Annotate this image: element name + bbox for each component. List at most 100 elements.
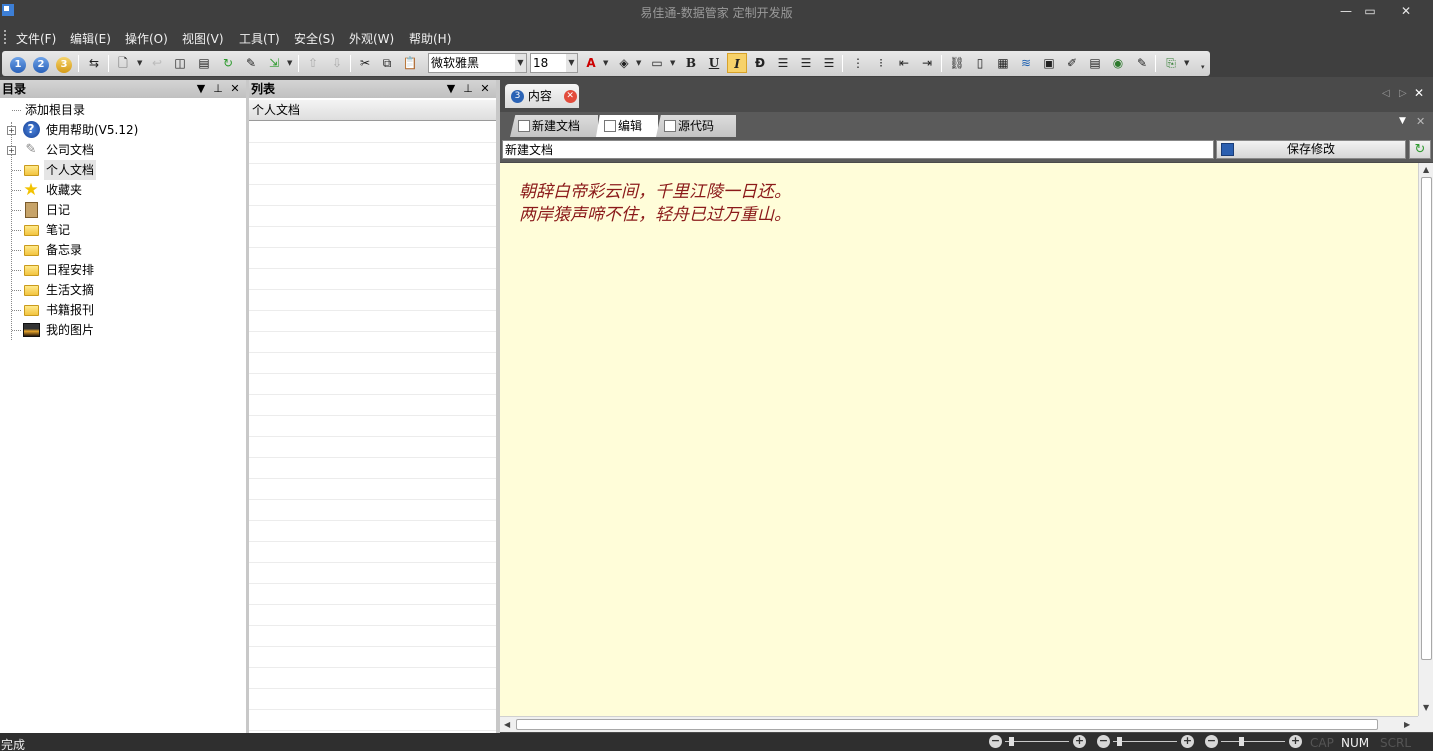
scroll-down-icon[interactable]: ▼	[1423, 703, 1429, 712]
chevron-down-icon[interactable]: ▼	[515, 54, 526, 72]
list-row[interactable]	[249, 248, 496, 269]
menu-view[interactable]: 视图(V)	[182, 30, 224, 47]
list-row[interactable]	[249, 185, 496, 206]
menu-appearance[interactable]: 外观(W)	[349, 30, 394, 47]
list-row[interactable]	[249, 227, 496, 248]
tree-item-schedule[interactable]: 日程安排	[0, 260, 246, 280]
close-tab-icon[interactable]: ✕	[563, 90, 577, 103]
zoom-slider[interactable]	[1239, 737, 1244, 746]
table-icon[interactable]: ▦	[993, 53, 1013, 73]
notes-icon[interactable]: ▤	[194, 53, 214, 73]
zoom-out-icon[interactable]: −	[1205, 735, 1218, 748]
list-row[interactable]	[249, 500, 496, 521]
history-icon[interactable]: ↻	[218, 53, 238, 73]
edit-image-icon[interactable]: ✐	[1062, 53, 1082, 73]
tree-item-life-digest[interactable]: 生活文摘	[0, 280, 246, 300]
underline-button[interactable]: U	[704, 53, 724, 73]
list-row[interactable]	[249, 689, 496, 710]
font-size-select[interactable]: 18 ▼	[530, 53, 578, 73]
image-icon[interactable]: ▣	[1039, 53, 1059, 73]
link-icon[interactable]: ⛓	[947, 53, 967, 73]
menu-edit[interactable]: 编辑(E)	[70, 30, 111, 47]
chevron-down-icon[interactable]: ▼	[603, 59, 609, 67]
zoom-in-icon[interactable]: +	[1289, 735, 1302, 748]
menu-help[interactable]: 帮助(H)	[409, 30, 451, 47]
close-subtab-icon[interactable]: ✕	[1416, 115, 1425, 128]
list-row[interactable]	[249, 542, 496, 563]
close-window-button[interactable]: ✕	[1393, 2, 1419, 20]
save-button[interactable]: 保存修改	[1216, 140, 1406, 159]
chevron-down-icon[interactable]: ▼	[137, 59, 143, 67]
close-document-icon[interactable]: ✕	[1414, 86, 1424, 100]
list-row[interactable]	[249, 353, 496, 374]
zoom-slider[interactable]	[1009, 737, 1014, 746]
layers-icon[interactable]: ≋	[1016, 53, 1036, 73]
list-row[interactable]	[249, 164, 496, 185]
new-document-icon[interactable]: 🗋	[113, 53, 133, 73]
tree-item-help[interactable]: + ? 使用帮助(V5.12)	[0, 120, 246, 140]
bold-button[interactable]: B	[681, 53, 701, 73]
highlight-color-icon[interactable]: ◈	[614, 53, 634, 73]
scroll-right-icon[interactable]: ▶	[1404, 720, 1410, 729]
zoom-out-icon[interactable]: −	[989, 735, 1002, 748]
tree-item-personal-docs[interactable]: 个人文档	[0, 160, 246, 180]
list-row[interactable]	[249, 563, 496, 584]
align-center-icon[interactable]: ☰	[796, 53, 816, 73]
tree-item-diary[interactable]: 日记	[0, 200, 246, 220]
chevron-down-icon[interactable]: ▼	[670, 59, 676, 67]
list-row[interactable]	[249, 122, 496, 143]
tools-icon[interactable]: ✎	[241, 53, 261, 73]
tab-source-code[interactable]: 源代码	[656, 115, 736, 137]
undo-icon[interactable]: ↩	[147, 53, 167, 73]
list-row[interactable]	[249, 521, 496, 542]
chevron-down-icon[interactable]: ▼	[566, 54, 577, 72]
list-row[interactable]	[249, 143, 496, 164]
view-3-button[interactable]: 3	[54, 53, 74, 73]
pin-icon[interactable]: ⊥	[461, 80, 475, 98]
subtab-menu-icon[interactable]: ▼	[1399, 116, 1406, 126]
numbered-list-icon[interactable]: ⋮	[848, 53, 868, 73]
preview-icon[interactable]: ◫	[170, 53, 190, 73]
editor-body[interactable]: 朝辞白帝彩云间，千里江陵一日还。 两岸猿声啼不住，轻舟已过万重山。	[500, 163, 1418, 716]
menu-grip[interactable]	[4, 30, 7, 44]
zoom-out-icon[interactable]: −	[1097, 735, 1110, 748]
list-row[interactable]	[249, 437, 496, 458]
minimize-button[interactable]: —	[1333, 2, 1359, 20]
list-row[interactable]	[249, 710, 496, 731]
list-row[interactable]	[249, 374, 496, 395]
vertical-scrollbar[interactable]: ▲ ▼	[1418, 163, 1433, 716]
tree-item-favorites[interactable]: ★ 收藏夹	[0, 180, 246, 200]
expand-icon[interactable]: +	[7, 146, 16, 155]
bullet-list-icon[interactable]: ⁝	[871, 53, 891, 73]
tab-edit[interactable]: 编辑	[596, 115, 658, 137]
tab-scroll-right-icon[interactable]: ▷	[1399, 88, 1407, 99]
indent-icon[interactable]: ⇥	[917, 53, 937, 73]
maximize-button[interactable]: ▭	[1357, 2, 1383, 20]
panel-menu-icon[interactable]: ▼	[194, 80, 208, 98]
strikethrough-button[interactable]: Ð	[750, 53, 770, 73]
menu-tools[interactable]: 工具(T)	[239, 30, 280, 47]
border-icon[interactable]: ▭	[647, 53, 667, 73]
chevron-down-icon[interactable]: ▼	[1184, 59, 1190, 67]
screenshot-icon[interactable]: ◉	[1108, 53, 1128, 73]
tree-item-books[interactable]: 书籍报刊	[0, 300, 246, 320]
list-row[interactable]	[249, 626, 496, 647]
view-1-button[interactable]: 1	[8, 53, 28, 73]
zoom-control[interactable]: − +	[1097, 735, 1197, 749]
gallery-icon[interactable]: ▤	[1085, 53, 1105, 73]
list-row[interactable]	[249, 332, 496, 353]
scroll-up-icon[interactable]: ▲	[1423, 165, 1429, 174]
horizontal-scrollbar[interactable]: ◀ ▶	[500, 716, 1418, 732]
close-panel-icon[interactable]: ✕	[478, 80, 492, 98]
move-down-icon[interactable]: ⇩	[327, 53, 347, 73]
font-color-icon[interactable]: A	[581, 53, 601, 73]
font-name-select[interactable]: 微软雅黑 ▼	[428, 53, 527, 73]
export-icon[interactable]: ⇲	[264, 53, 284, 73]
menu-file[interactable]: 文件(F)	[16, 30, 56, 47]
list-row[interactable]	[249, 416, 496, 437]
list-row[interactable]	[249, 668, 496, 689]
cut-icon[interactable]: ✂	[355, 53, 375, 73]
horizontal-scroll-thumb[interactable]	[516, 719, 1378, 730]
chevron-down-icon[interactable]: ▼	[287, 59, 293, 67]
document-title-input[interactable]	[502, 140, 1214, 159]
